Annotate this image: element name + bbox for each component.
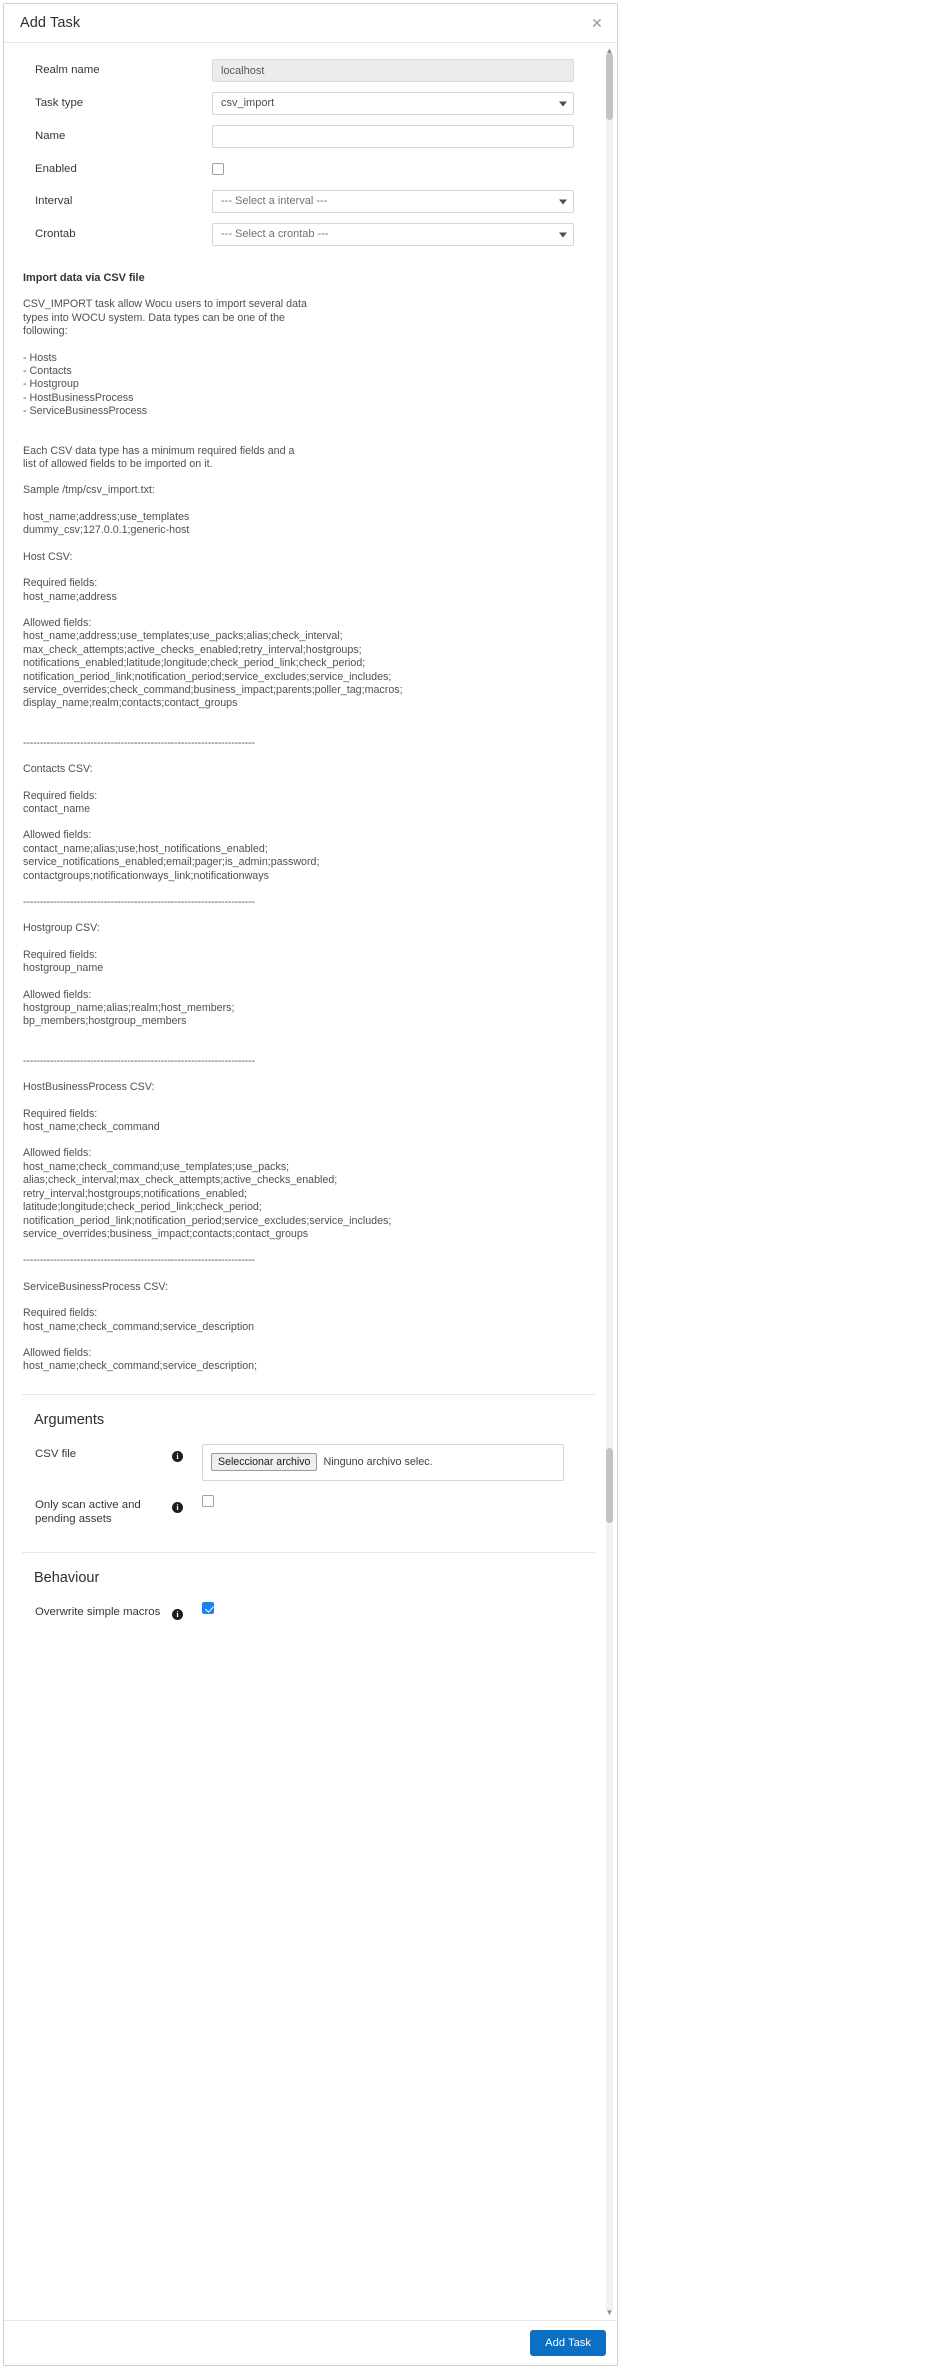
page-title: Add Task (20, 15, 81, 31)
modal-footer: Add Task (4, 2320, 617, 2365)
interval-select[interactable]: --- Select a interval --- (212, 190, 574, 213)
arg-row-overwrite-macros: Overwrite simple macros i (22, 1601, 595, 1622)
only-scan-info-wrap: i (172, 1495, 202, 1515)
realm-control (212, 59, 574, 82)
overwrite-macros-checkbox[interactable] (202, 1601, 214, 1614)
only-scan-control (202, 1494, 564, 1513)
doc-allowed-fields: host_name;address;use_templates;use_pack… (23, 630, 403, 710)
scroll-down-arrow[interactable]: ▼ (604, 2307, 615, 2318)
doc-allowed-label: Allowed fields: (23, 616, 92, 629)
modal-body[interactable]: ▲ ▼ Realm name Task type csv_imp (4, 43, 617, 2320)
screen-root: Add Task ✕ ▲ ▼ Realm name Task type (0, 0, 936, 2369)
name-label: Name (35, 130, 66, 142)
behaviour-title: Behaviour (34, 1569, 100, 1586)
doc-allowed-label: Allowed fields: (23, 1147, 92, 1160)
doc-required-fields: host_name;address (23, 590, 117, 603)
crontab-label: Crontab (35, 228, 76, 240)
form-row-realm: Realm name (22, 59, 595, 82)
doc-section-title: Hostgroup CSV: (23, 922, 100, 935)
only-scan-label: Only scan active and pending assets (35, 1498, 141, 1525)
csv-file-label: CSV file (35, 1447, 77, 1460)
form-container: Realm name Task type csv_import (4, 43, 617, 1622)
doc-required-fields: host_name;check_command;service_descript… (23, 1320, 255, 1333)
doc-required-label: Required fields: (23, 1107, 98, 1120)
enabled-checkbox[interactable] (212, 163, 224, 175)
overwrite-macros-control (202, 1601, 564, 1620)
interval-label: Interval (35, 195, 73, 207)
task-type-label: Task type (35, 97, 84, 109)
form-row-crontab: Crontab --- Select a crontab --- (22, 223, 595, 246)
task-type-select[interactable]: csv_import (212, 92, 574, 115)
arg-row-only-scan: Only scan active and pending assets i (22, 1494, 595, 1526)
enabled-control (212, 158, 574, 176)
doc-allowed-fields: contact_name;alias;use;host_notification… (23, 842, 320, 882)
scrollbar-track[interactable] (606, 51, 613, 2312)
csv-import-documentation: Import data via CSV file CSV_IMPORT task… (22, 272, 595, 1374)
scrollbar-thumb-upper[interactable] (606, 53, 613, 120)
doc-divider: ----------------------------------------… (23, 896, 255, 908)
realm-label: Realm name (35, 64, 100, 76)
arg-row-csv-file: CSV file i Seleccionar archivo Ninguno a… (22, 1443, 595, 1481)
scrollbar-thumb-lower[interactable] (606, 1448, 613, 1523)
doc-allowed-fields: hostgroup_name;alias;realm;host_members;… (23, 1002, 235, 1028)
csv-file-info-wrap: i (172, 1444, 202, 1464)
crontab-control: --- Select a crontab --- (212, 223, 574, 246)
csv-file-control: Seleccionar archivo Ninguno archivo sele… (202, 1443, 564, 1481)
enabled-label: Enabled (35, 163, 77, 175)
doc-allowed-fields: host_name;check_command;use_templates;us… (23, 1160, 392, 1240)
doc-divider: ----------------------------------------… (23, 1054, 255, 1067)
overwrite-macros-label: Overwrite simple macros (35, 1605, 161, 1618)
form-row-name: Name (22, 125, 595, 148)
form-row-interval: Interval --- Select a interval --- (22, 190, 595, 213)
doc-allowed-label: Allowed fields: (23, 988, 92, 1001)
file-input-field[interactable]: Seleccionar archivo Ninguno archivo sele… (202, 1443, 564, 1481)
add-task-modal: Add Task ✕ ▲ ▼ Realm name Task type (3, 3, 618, 2366)
doc-allowed-label: Allowed fields: (23, 1346, 92, 1359)
doc-required-label: Required fields: (23, 1307, 98, 1320)
doc-section-title: ServiceBusinessProcess CSV: (23, 1280, 169, 1293)
doc-section-title: Host CSV: (23, 550, 73, 563)
doc-divider: ----------------------------------------… (23, 1254, 255, 1267)
selected-file-name: Ninguno archivo selec. (323, 1455, 433, 1468)
interval-control: --- Select a interval --- (212, 190, 574, 213)
doc-divider: ----------------------------------------… (23, 736, 255, 749)
doc-allowed-fields: host_name;check_command;service_descript… (23, 1360, 258, 1373)
overwrite-macros-info-wrap: i (172, 1602, 202, 1622)
doc-sample-body: host_name;address;use_templates dummy_cs… (23, 510, 190, 537)
choose-file-button[interactable]: Seleccionar archivo (211, 1452, 318, 1471)
doc-required-label: Required fields: (23, 577, 98, 590)
info-icon[interactable]: i (172, 1608, 183, 1620)
doc-required-fields: host_name;check_command (23, 1121, 160, 1134)
doc-fields-note: Each CSV data type has a minimum require… (23, 444, 295, 471)
realm-input[interactable] (212, 59, 574, 82)
info-icon[interactable]: i (172, 1501, 183, 1513)
doc-required-label: Required fields: (23, 948, 98, 961)
info-icon[interactable]: i (172, 1450, 183, 1462)
modal-header: Add Task ✕ (4, 4, 617, 43)
name-input[interactable] (212, 125, 574, 148)
name-control (212, 125, 574, 148)
doc-required-fields: contact_name (23, 802, 91, 815)
crontab-select[interactable]: --- Select a crontab --- (212, 223, 574, 246)
doc-intro: CSV_IMPORT task allow Wocu users to impo… (23, 298, 307, 338)
only-scan-checkbox[interactable] (202, 1494, 214, 1507)
doc-types-list: - Hosts - Contacts - Hostgroup - HostBus… (23, 351, 148, 418)
doc-section-title: HostBusinessProcess CSV: (23, 1081, 155, 1094)
add-task-button[interactable]: Add Task (530, 2330, 606, 2356)
form-row-task-type: Task type csv_import (22, 92, 595, 115)
doc-heading: Import data via CSV file (23, 272, 145, 284)
arguments-title: Arguments (34, 1411, 105, 1428)
doc-allowed-label: Allowed fields: (23, 829, 92, 842)
doc-section-title: Contacts CSV: (23, 763, 93, 776)
doc-required-label: Required fields: (23, 789, 98, 802)
close-icon[interactable]: ✕ (589, 15, 605, 31)
doc-sample-header: Sample /tmp/csv_import.txt: (23, 484, 155, 497)
form-row-enabled: Enabled (22, 158, 595, 180)
task-type-control: csv_import (212, 92, 574, 115)
doc-required-fields: hostgroup_name (23, 962, 104, 975)
